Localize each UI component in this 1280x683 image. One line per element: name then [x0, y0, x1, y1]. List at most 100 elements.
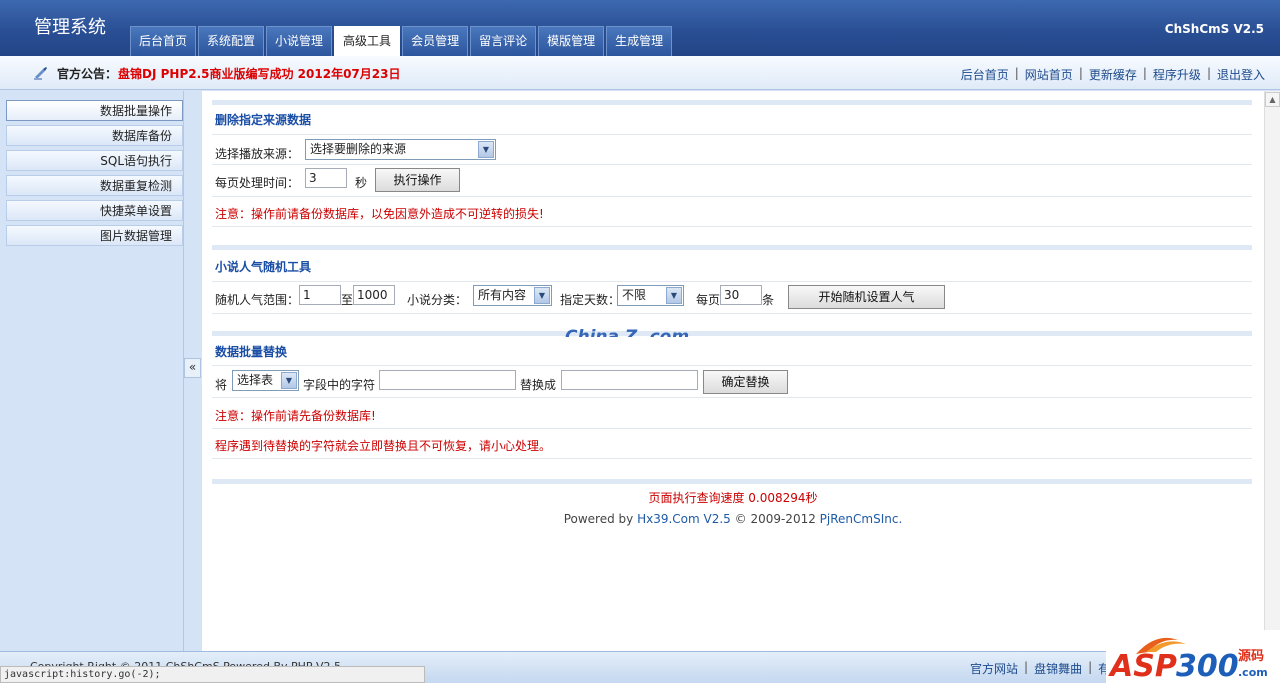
sidebar: 数据批量操作 数据库备份 SQL语句执行 数据重复检测 快捷菜单设置 图片数据管…	[0, 91, 184, 651]
section-divider	[212, 100, 1252, 105]
tab-novel-management[interactable]: 小说管理	[266, 26, 333, 56]
chevron-down-icon: ▼	[666, 287, 682, 304]
powered-copyright: © 2009-2012	[730, 512, 820, 526]
replace-warning-2: 程序遇到待替换的字符就会立即替换且不可恢复，请小心处理。	[215, 439, 552, 453]
section-divider	[212, 245, 1252, 250]
asp300-logo: ASP 300 源码 .com	[1106, 630, 1280, 683]
row-divider	[212, 428, 1252, 429]
vertical-scrollbar[interactable]	[1264, 91, 1280, 651]
section-divider	[212, 331, 1252, 336]
delete-warning: 注意：操作前请备份数据库，以免因意外造成不可逆转的损失!	[215, 207, 544, 221]
search-text-input[interactable]	[379, 370, 516, 390]
collapse-sidebar-icon[interactable]: «	[184, 358, 201, 378]
sidebar-item-quick-menu[interactable]: 快捷菜单设置	[6, 200, 183, 221]
tab-home[interactable]: 后台首页	[130, 26, 197, 56]
powered-prefix: Powered by	[563, 512, 638, 526]
days-select[interactable]: 不限 ▼	[617, 285, 684, 306]
separator: |	[1142, 66, 1147, 80]
sidebar-item-batch-operation[interactable]: 数据批量操作	[6, 100, 183, 121]
time-label: 每页处理时间：	[215, 176, 300, 190]
row-divider	[212, 365, 1252, 366]
category-select-value: 所有内容	[478, 288, 527, 302]
footer-link-official[interactable]: 官方网站	[970, 660, 1018, 677]
row-divider	[212, 397, 1252, 398]
per-page-label: 每页	[696, 293, 721, 307]
row-divider	[212, 313, 1252, 314]
replace-label: 替换成	[520, 378, 557, 392]
svg-text:300: 300	[1176, 649, 1239, 683]
notice-label: 官方公告：	[57, 67, 118, 81]
link-upgrade[interactable]: 程序升级	[1153, 66, 1201, 83]
notice-bar: 官方公告： 盘锦DJ PHP2.5商业版编写成功 2012年07月23日 后台首…	[0, 56, 1280, 90]
main-nav: 后台首页 系统配置 小说管理 高级工具 会员管理 留言评论 模版管理 生成管理	[130, 26, 674, 56]
watermark-logo: China Z .com	[565, 327, 690, 337]
delete-section-title: 删除指定来源数据	[215, 113, 312, 127]
field-label: 字段中的字符	[303, 378, 376, 392]
source-select-value: 选择要删除的来源	[310, 142, 407, 156]
powered-product-link[interactable]: Hx39.Com V2.5	[637, 512, 731, 526]
section-divider	[212, 479, 1252, 484]
separator: |	[1206, 66, 1211, 80]
range-label: 随机人气范围：	[215, 293, 300, 307]
footer-links: 官方网站 | 盘锦舞曲 | 有	[970, 660, 1110, 677]
chevron-down-icon: ▼	[534, 287, 550, 304]
tab-advanced-tools[interactable]: 高级工具	[334, 26, 401, 56]
announcement-icon	[34, 67, 47, 80]
sidebar-item-sql-exec[interactable]: SQL语句执行	[6, 150, 183, 171]
sidebar-item-db-backup[interactable]: 数据库备份	[6, 125, 183, 146]
separator: |	[1078, 66, 1083, 80]
svg-text:ASP: ASP	[1108, 649, 1177, 683]
confirm-replace-button[interactable]: 确定替换	[703, 370, 788, 394]
chevron-down-icon: ▼	[281, 372, 297, 389]
range-to-input[interactable]: 1000	[353, 285, 395, 305]
start-random-button[interactable]: 开始随机设置人气	[788, 285, 945, 309]
chevron-down-icon: ▼	[478, 141, 494, 158]
link-site-home[interactable]: 网站首页	[1025, 66, 1073, 83]
svg-text:.com: .com	[1238, 666, 1268, 679]
performance-text: 页面执行查询速度 0.008294秒	[648, 491, 818, 505]
replace-prefix: 将	[215, 378, 228, 392]
scroll-up-icon[interactable]: ▲	[1265, 92, 1280, 107]
tab-comments[interactable]: 留言评论	[470, 26, 537, 56]
tab-generate-management[interactable]: 生成管理	[606, 26, 673, 56]
per-page-unit: 条	[762, 293, 775, 307]
tab-template-management[interactable]: 模版管理	[538, 26, 605, 56]
tab-system-config[interactable]: 系统配置	[198, 26, 265, 56]
per-page-input[interactable]: 30	[720, 285, 762, 305]
random-section-title: 小说人气随机工具	[215, 260, 312, 274]
source-label: 选择播放来源：	[215, 147, 300, 161]
link-logout[interactable]: 退出登入	[1217, 66, 1265, 83]
powered-by: Powered by Hx39.Com V2.5 © 2009-2012 PjR…	[202, 512, 1264, 526]
days-select-value: 不限	[622, 288, 647, 302]
replace-text-input[interactable]	[561, 370, 698, 390]
category-label: 小说分类：	[407, 293, 468, 307]
row-divider	[212, 164, 1252, 165]
row-divider	[212, 281, 1252, 282]
separator: |	[1014, 66, 1019, 80]
row-divider	[212, 134, 1252, 135]
replace-warning-1: 注意：操作前请先备份数据库!	[215, 409, 376, 423]
time-input[interactable]: 3	[305, 168, 347, 188]
powered-company-link[interactable]: PjRenCmSInc.	[820, 512, 903, 526]
sidebar-item-duplicate-check[interactable]: 数据重复检测	[6, 175, 183, 196]
table-select[interactable]: 选择表 ▼	[232, 370, 299, 391]
category-select[interactable]: 所有内容 ▼	[473, 285, 552, 306]
execute-button[interactable]: 执行操作	[375, 168, 460, 192]
browser-status-bar: javascript:history.go(-2);	[0, 666, 425, 683]
main-content: 删除指定来源数据 选择播放来源： 选择要删除的来源 ▼ 每页处理时间： 3 秒 …	[202, 91, 1264, 651]
tab-member-management[interactable]: 会员管理	[402, 26, 469, 56]
separator: |	[1024, 660, 1029, 674]
sidebar-item-image-data[interactable]: 图片数据管理	[6, 225, 183, 246]
separator: |	[1088, 660, 1093, 674]
range-from-input[interactable]: 1	[299, 285, 341, 305]
top-header: 管理系统 后台首页 系统配置 小说管理 高级工具 会员管理 留言评论 模版管理 …	[0, 0, 1280, 56]
link-admin-home[interactable]: 后台首页	[961, 66, 1009, 83]
link-update-cache[interactable]: 更新缓存	[1089, 66, 1137, 83]
notice-text: 盘锦DJ PHP2.5商业版编写成功 2012年07月23日	[118, 67, 401, 81]
footer-link-dance-music[interactable]: 盘锦舞曲	[1034, 660, 1082, 677]
table-select-value: 选择表	[237, 373, 274, 387]
row-divider	[212, 226, 1252, 227]
top-links: 后台首页 | 网站首页 | 更新缓存 | 程序升级 | 退出登入	[961, 66, 1265, 83]
svg-text:源码: 源码	[1238, 648, 1264, 664]
source-select[interactable]: 选择要删除的来源 ▼	[305, 139, 496, 160]
